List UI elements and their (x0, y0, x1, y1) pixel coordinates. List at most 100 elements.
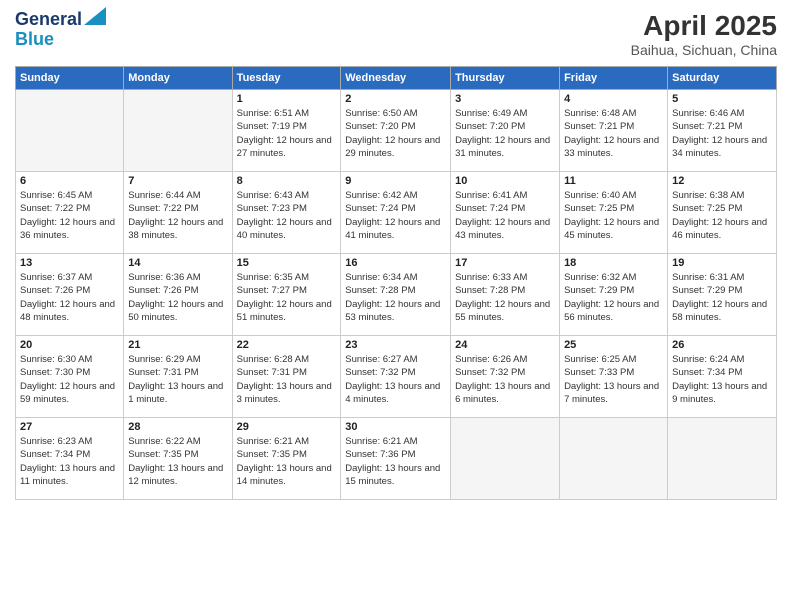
col-header-monday: Monday (124, 67, 232, 90)
page: General Blue April 2025 Baihua, Sichuan,… (0, 0, 792, 612)
calendar-cell: 12 Sunrise: 6:38 AMSunset: 7:25 PMDayligh… (668, 172, 777, 254)
day-number: 8 (237, 175, 337, 187)
day-number: 23 (345, 339, 446, 351)
day-info: Sunrise: 6:38 AMSunset: 7:25 PMDaylight:… (672, 189, 772, 242)
calendar-cell (668, 418, 777, 500)
day-number: 10 (455, 175, 555, 187)
calendar-cell: 28 Sunrise: 6:22 AMSunset: 7:35 PMDayligh… (124, 418, 232, 500)
day-number: 29 (237, 421, 337, 433)
calendar-header-row: SundayMondayTuesdayWednesdayThursdayFrid… (16, 67, 777, 90)
day-info: Sunrise: 6:21 AMSunset: 7:35 PMDaylight:… (237, 435, 337, 488)
calendar-cell: 20 Sunrise: 6:30 AMSunset: 7:30 PMDayligh… (16, 336, 124, 418)
day-number: 15 (237, 257, 337, 269)
calendar-cell: 21Sunrise: 6:29 AMSunset: 7:31 PMDayligh… (124, 336, 232, 418)
day-info: Sunrise: 6:46 AMSunset: 7:21 PMDaylight:… (672, 107, 772, 160)
day-info: Sunrise: 6:33 AMSunset: 7:28 PMDaylight:… (455, 271, 555, 324)
calendar-cell: 19 Sunrise: 6:31 AMSunset: 7:29 PMDayligh… (668, 254, 777, 336)
calendar-cell: 10 Sunrise: 6:41 AMSunset: 7:24 PMDayligh… (451, 172, 560, 254)
day-info: Sunrise: 6:21 AMSunset: 7:36 PMDaylight:… (345, 435, 446, 488)
day-info: Sunrise: 6:24 AMSunset: 7:34 PMDaylight:… (672, 353, 772, 406)
calendar-cell: 14 Sunrise: 6:36 AMSunset: 7:26 PMDayligh… (124, 254, 232, 336)
day-number: 4 (564, 93, 663, 105)
day-info: Sunrise: 6:42 AMSunset: 7:24 PMDaylight:… (345, 189, 446, 242)
day-info: Sunrise: 6:27 AMSunset: 7:32 PMDaylight:… (345, 353, 446, 406)
calendar-cell: 2 Sunrise: 6:50 AMSunset: 7:20 PMDaylight… (341, 90, 451, 172)
day-number: 7 (128, 175, 227, 187)
day-info: Sunrise: 6:44 AMSunset: 7:22 PMDaylight:… (128, 189, 227, 242)
day-info: Sunrise: 6:30 AMSunset: 7:30 PMDaylight:… (20, 353, 119, 406)
day-info: Sunrise: 6:48 AMSunset: 7:21 PMDaylight:… (564, 107, 663, 160)
day-info: Sunrise: 6:31 AMSunset: 7:29 PMDaylight:… (672, 271, 772, 324)
subtitle: Baihua, Sichuan, China (631, 42, 777, 58)
day-number: 16 (345, 257, 446, 269)
logo-general: General (15, 10, 82, 30)
week-row-5: 27Sunrise: 6:23 AMSunset: 7:34 PMDayligh… (16, 418, 777, 500)
calendar-cell: 3 Sunrise: 6:49 AMSunset: 7:20 PMDaylight… (451, 90, 560, 172)
calendar-cell: 17 Sunrise: 6:33 AMSunset: 7:28 PMDayligh… (451, 254, 560, 336)
day-info: Sunrise: 6:37 AMSunset: 7:26 PMDaylight:… (20, 271, 119, 324)
calendar-cell: 15 Sunrise: 6:35 AMSunset: 7:27 PMDayligh… (232, 254, 341, 336)
calendar-cell: 25 Sunrise: 6:25 AMSunset: 7:33 PMDayligh… (560, 336, 668, 418)
col-header-wednesday: Wednesday (341, 67, 451, 90)
calendar-cell: 24Sunrise: 6:26 AMSunset: 7:32 PMDayligh… (451, 336, 560, 418)
day-info: Sunrise: 6:50 AMSunset: 7:20 PMDaylight:… (345, 107, 446, 160)
day-number: 19 (672, 257, 772, 269)
calendar-cell: 22 Sunrise: 6:28 AMSunset: 7:31 PMDayligh… (232, 336, 341, 418)
day-number: 12 (672, 175, 772, 187)
day-info: Sunrise: 6:45 AMSunset: 7:22 PMDaylight:… (20, 189, 119, 242)
calendar-cell: 29 Sunrise: 6:21 AMSunset: 7:35 PMDayligh… (232, 418, 341, 500)
day-number: 5 (672, 93, 772, 105)
week-row-2: 6 Sunrise: 6:45 AMSunset: 7:22 PMDaylight… (16, 172, 777, 254)
calendar-cell: 4 Sunrise: 6:48 AMSunset: 7:21 PMDaylight… (560, 90, 668, 172)
day-number: 20 (20, 339, 119, 351)
col-header-tuesday: Tuesday (232, 67, 341, 90)
calendar-cell (560, 418, 668, 500)
col-header-sunday: Sunday (16, 67, 124, 90)
day-number: 3 (455, 93, 555, 105)
title-block: April 2025 Baihua, Sichuan, China (631, 10, 777, 58)
day-number: 13 (20, 257, 119, 269)
logo-blue: Blue (15, 30, 106, 50)
day-info: Sunrise: 6:28 AMSunset: 7:31 PMDaylight:… (237, 353, 337, 406)
calendar-cell: 16 Sunrise: 6:34 AMSunset: 7:28 PMDayligh… (341, 254, 451, 336)
calendar-cell (451, 418, 560, 500)
calendar-cell (124, 90, 232, 172)
day-info: Sunrise: 6:43 AMSunset: 7:23 PMDaylight:… (237, 189, 337, 242)
day-info: Sunrise: 6:41 AMSunset: 7:24 PMDaylight:… (455, 189, 555, 242)
calendar-cell: 23 Sunrise: 6:27 AMSunset: 7:32 PMDayligh… (341, 336, 451, 418)
header: General Blue April 2025 Baihua, Sichuan,… (15, 10, 777, 58)
calendar-cell: 30 Sunrise: 6:21 AMSunset: 7:36 PMDayligh… (341, 418, 451, 500)
calendar-cell: 7 Sunrise: 6:44 AMSunset: 7:22 PMDaylight… (124, 172, 232, 254)
week-row-1: 1 Sunrise: 6:51 AMSunset: 7:19 PMDaylight… (16, 90, 777, 172)
day-number: 1 (237, 93, 337, 105)
day-info: Sunrise: 6:40 AMSunset: 7:25 PMDaylight:… (564, 189, 663, 242)
day-info: Sunrise: 6:51 AMSunset: 7:19 PMDaylight:… (237, 107, 337, 160)
calendar-cell: 27Sunrise: 6:23 AMSunset: 7:34 PMDayligh… (16, 418, 124, 500)
day-number: 22 (237, 339, 337, 351)
day-number: 28 (128, 421, 227, 433)
day-info: Sunrise: 6:36 AMSunset: 7:26 PMDaylight:… (128, 271, 227, 324)
day-info: Sunrise: 6:22 AMSunset: 7:35 PMDaylight:… (128, 435, 227, 488)
calendar: SundayMondayTuesdayWednesdayThursdayFrid… (15, 66, 777, 500)
day-number: 14 (128, 257, 227, 269)
day-number: 25 (564, 339, 663, 351)
week-row-3: 13 Sunrise: 6:37 AMSunset: 7:26 PMDayligh… (16, 254, 777, 336)
calendar-cell: 11 Sunrise: 6:40 AMSunset: 7:25 PMDayligh… (560, 172, 668, 254)
day-info: Sunrise: 6:25 AMSunset: 7:33 PMDaylight:… (564, 353, 663, 406)
calendar-cell: 8 Sunrise: 6:43 AMSunset: 7:23 PMDaylight… (232, 172, 341, 254)
day-number: 17 (455, 257, 555, 269)
day-info: Sunrise: 6:35 AMSunset: 7:27 PMDaylight:… (237, 271, 337, 324)
day-number: 2 (345, 93, 446, 105)
calendar-cell: 18 Sunrise: 6:32 AMSunset: 7:29 PMDayligh… (560, 254, 668, 336)
col-header-thursday: Thursday (451, 67, 560, 90)
day-number: 30 (345, 421, 446, 433)
col-header-saturday: Saturday (668, 67, 777, 90)
calendar-cell: 6 Sunrise: 6:45 AMSunset: 7:22 PMDaylight… (16, 172, 124, 254)
day-number: 11 (564, 175, 663, 187)
day-number: 18 (564, 257, 663, 269)
day-info: Sunrise: 6:49 AMSunset: 7:20 PMDaylight:… (455, 107, 555, 160)
day-number: 6 (20, 175, 119, 187)
day-info: Sunrise: 6:34 AMSunset: 7:28 PMDaylight:… (345, 271, 446, 324)
week-row-4: 20 Sunrise: 6:30 AMSunset: 7:30 PMDayligh… (16, 336, 777, 418)
day-info: Sunrise: 6:32 AMSunset: 7:29 PMDaylight:… (564, 271, 663, 324)
